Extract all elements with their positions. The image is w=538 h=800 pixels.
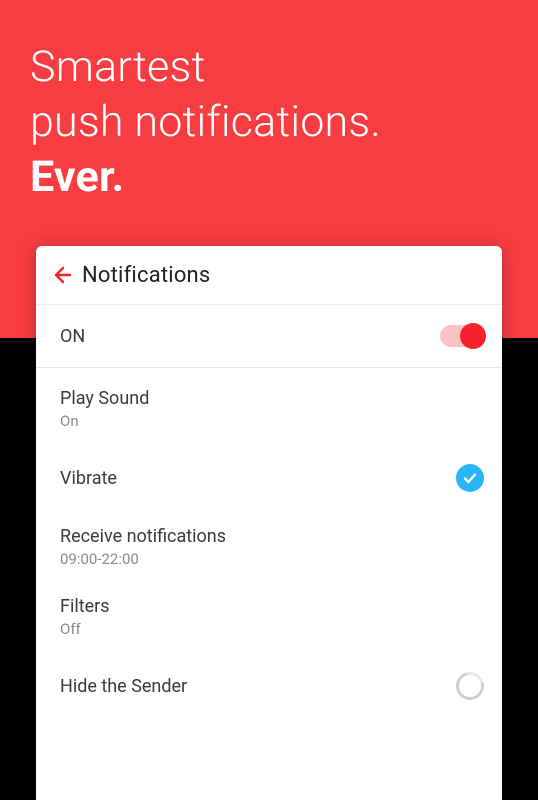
setting-title: Receive notifications: [60, 526, 226, 547]
setting-play-sound[interactable]: Play Sound On: [36, 374, 502, 444]
back-arrow-icon[interactable]: [50, 262, 76, 288]
master-toggle-label: ON: [60, 326, 85, 347]
setting-hide-sender[interactable]: Hide the Sender: [36, 652, 502, 720]
checkmark-icon[interactable]: [456, 464, 484, 492]
setting-filters[interactable]: Filters Off: [36, 582, 502, 652]
setting-subtitle: On: [60, 412, 149, 430]
page-title: Notifications: [82, 263, 210, 288]
hero-line-2: push notifications.: [30, 97, 381, 147]
settings-list: Play Sound On Vibrate Receive notificati…: [36, 368, 502, 720]
card-header: Notifications: [36, 246, 502, 305]
hero-text: Smartest push notifications. Ever.: [30, 40, 508, 205]
settings-card: Notifications ON Play Sound On Vibrate: [36, 246, 502, 800]
setting-receive-notifications[interactable]: Receive notifications 09:00-22:00: [36, 512, 502, 582]
hero-line-3: Ever.: [30, 152, 124, 202]
loading-spinner-icon: [451, 667, 489, 705]
setting-title: Filters: [60, 596, 110, 617]
hero-line-1: Smartest: [30, 42, 206, 92]
setting-title: Vibrate: [60, 468, 117, 489]
master-toggle-switch[interactable]: [440, 325, 484, 347]
switch-knob: [460, 323, 486, 349]
setting-vibrate[interactable]: Vibrate: [36, 444, 502, 512]
setting-title: Hide the Sender: [60, 676, 187, 697]
setting-subtitle: 09:00-22:00: [60, 550, 226, 568]
setting-title: Play Sound: [60, 388, 149, 409]
master-toggle-row[interactable]: ON: [36, 305, 502, 368]
setting-subtitle: Off: [60, 620, 110, 638]
